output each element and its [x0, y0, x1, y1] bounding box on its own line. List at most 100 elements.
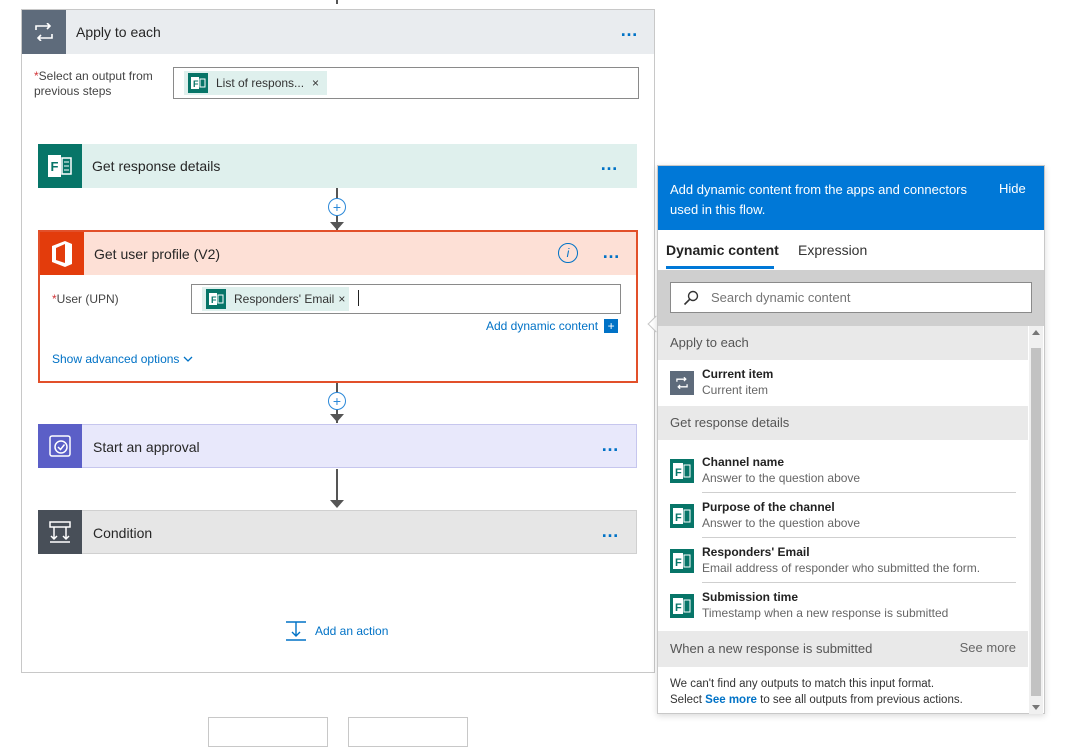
approval-icon: [38, 424, 82, 468]
see-more-outputs-link[interactable]: See more: [705, 694, 757, 706]
start-approval-card[interactable]: Start an approval …: [38, 424, 637, 468]
get-response-more-button[interactable]: …: [600, 154, 620, 175]
insert-step-plus-icon[interactable]: +: [328, 198, 346, 216]
get-response-details-title: Get response details: [92, 158, 221, 174]
item-title: Responders' Email: [702, 545, 810, 559]
list-item-submission-time[interactable]: F Submission time Timestamp when a new r…: [658, 583, 1028, 628]
get-user-profile-card: Get user profile (V2) i … *User (UPN) F …: [38, 230, 638, 383]
scroll-down-icon[interactable]: [1032, 705, 1040, 710]
apply-to-each-more-button[interactable]: …: [620, 20, 640, 41]
list-item-current-item[interactable]: Current item Current item: [658, 360, 1028, 405]
token-label: List of respons...: [216, 76, 305, 90]
no-outputs-message: We can't find any outputs to match this …: [670, 676, 963, 708]
hide-panel-button[interactable]: Hide: [999, 181, 1026, 196]
loop-icon: [670, 371, 694, 395]
item-subtitle: Answer to the question above: [702, 471, 861, 485]
svg-text:F: F: [211, 295, 217, 305]
show-advanced-options-link[interactable]: Show advanced options: [52, 352, 193, 366]
add-action-label: Add an action: [315, 624, 389, 638]
get-user-profile-more-button[interactable]: …: [602, 242, 622, 263]
arrow-down-icon: [330, 500, 344, 508]
remove-token-button[interactable]: ×: [338, 292, 345, 306]
arrow-down-icon: [330, 222, 344, 230]
scroll-up-icon[interactable]: [1032, 330, 1040, 335]
list-of-responses-token[interactable]: F List of respons... ×: [184, 71, 328, 95]
incoming-connector: [336, 0, 338, 4]
responders-email-token[interactable]: F Responders' Email ×: [202, 287, 350, 311]
dynamic-content-panel: Add dynamic content from the apps and co…: [657, 165, 1045, 714]
svg-text:F: F: [51, 159, 59, 174]
tab-dynamic-content[interactable]: Dynamic content: [666, 242, 779, 258]
svg-text:F: F: [675, 512, 682, 524]
condition-title: Condition: [93, 525, 153, 541]
item-title: Channel name: [702, 455, 785, 469]
condition-more-button[interactable]: …: [601, 521, 621, 542]
add-action-icon: [286, 621, 306, 641]
loop-icon: [22, 10, 66, 54]
upn-label: *User (UPN): [52, 292, 119, 307]
get-user-profile-title: Get user profile (V2): [94, 246, 221, 262]
add-dynamic-content-link[interactable]: Add dynamic content +: [486, 319, 619, 333]
select-output-label: *Select an output from previous steps: [34, 69, 164, 99]
start-approval-more-button[interactable]: …: [601, 435, 621, 456]
search-area: [658, 270, 1044, 326]
search-box[interactable]: [670, 282, 1032, 313]
svg-text:F: F: [675, 557, 682, 569]
item-subtitle: Timestamp when a new response is submitt…: [702, 606, 949, 620]
section-apply-to-each: Apply to each: [658, 326, 1028, 360]
forms-icon: F: [670, 504, 694, 528]
get-user-profile-header[interactable]: Get user profile (V2) i …: [40, 232, 636, 275]
insert-step-plus-icon[interactable]: +: [328, 392, 346, 410]
see-more-link[interactable]: See more: [960, 640, 1016, 655]
dynamic-content-list: Apply to each Current item Current item …: [658, 326, 1028, 714]
condition-icon: [38, 510, 82, 554]
item-title: Purpose of the channel: [702, 500, 835, 514]
save-button[interactable]: [348, 717, 468, 747]
scroll-thumb[interactable]: [1031, 348, 1041, 696]
upn-input[interactable]: F Responders' Email ×: [191, 284, 621, 314]
section-label: Get response details: [670, 415, 790, 430]
new-step-button[interactable]: [208, 717, 328, 747]
svg-text:F: F: [675, 602, 682, 614]
section-get-response-details: Get response details: [658, 406, 1028, 440]
show-advanced-label: Show advanced options: [52, 352, 180, 366]
no-outputs-line-1: We can't find any outputs to match this …: [670, 678, 935, 690]
item-subtitle: Answer to the question above: [702, 516, 861, 530]
arrow-down-icon: [330, 414, 344, 422]
svg-text:F: F: [675, 467, 682, 479]
select-output-input[interactable]: F List of respons... ×: [173, 67, 639, 99]
connector-line: [336, 469, 338, 503]
forms-icon: F: [188, 73, 208, 93]
text-caret: [358, 290, 359, 306]
upn-label-text: User (UPN): [56, 292, 119, 306]
info-icon[interactable]: i: [558, 243, 578, 263]
add-dynamic-content-label: Add dynamic content: [486, 319, 599, 333]
no-outputs-text-b: to see all outputs from previous actions…: [756, 694, 963, 706]
add-action-button[interactable]: Add an action: [285, 620, 388, 642]
select-output-label-text: Select an output from previous steps: [34, 69, 153, 98]
item-subtitle: Email address of responder who submitted…: [702, 561, 981, 575]
condition-card[interactable]: Condition …: [38, 510, 637, 554]
panel-scrollbar[interactable]: [1029, 326, 1043, 714]
office-icon: [40, 232, 84, 275]
apply-to-each-header[interactable]: Apply to each …: [22, 10, 654, 54]
list-item-purpose-of-channel[interactable]: F Purpose of the channel Answer to the q…: [658, 493, 1028, 538]
item-subtitle: Current item: [702, 383, 769, 397]
search-dynamic-content-input[interactable]: [709, 289, 1013, 306]
forms-icon: F: [206, 289, 226, 309]
chevron-down-icon: [183, 356, 193, 362]
get-response-details-card[interactable]: F Get response details …: [38, 144, 637, 188]
apply-to-each-title: Apply to each: [76, 24, 161, 40]
item-title: Current item: [702, 367, 774, 381]
list-item-responders-email[interactable]: F Responders' Email Email address of res…: [658, 538, 1028, 583]
tab-expression[interactable]: Expression: [798, 242, 867, 258]
add-icon: +: [604, 319, 619, 333]
list-item-channel-name[interactable]: F Channel name Answer to the question ab…: [658, 448, 1028, 493]
section-label: When a new response is submitted: [670, 641, 873, 656]
forms-icon: F: [38, 144, 82, 188]
search-icon: [683, 290, 699, 305]
remove-token-button[interactable]: ×: [312, 76, 319, 90]
token-label: Responders' Email: [234, 292, 335, 306]
panel-header: Add dynamic content from the apps and co…: [658, 166, 1044, 230]
panel-tabs: Dynamic content Expression: [658, 230, 1044, 270]
